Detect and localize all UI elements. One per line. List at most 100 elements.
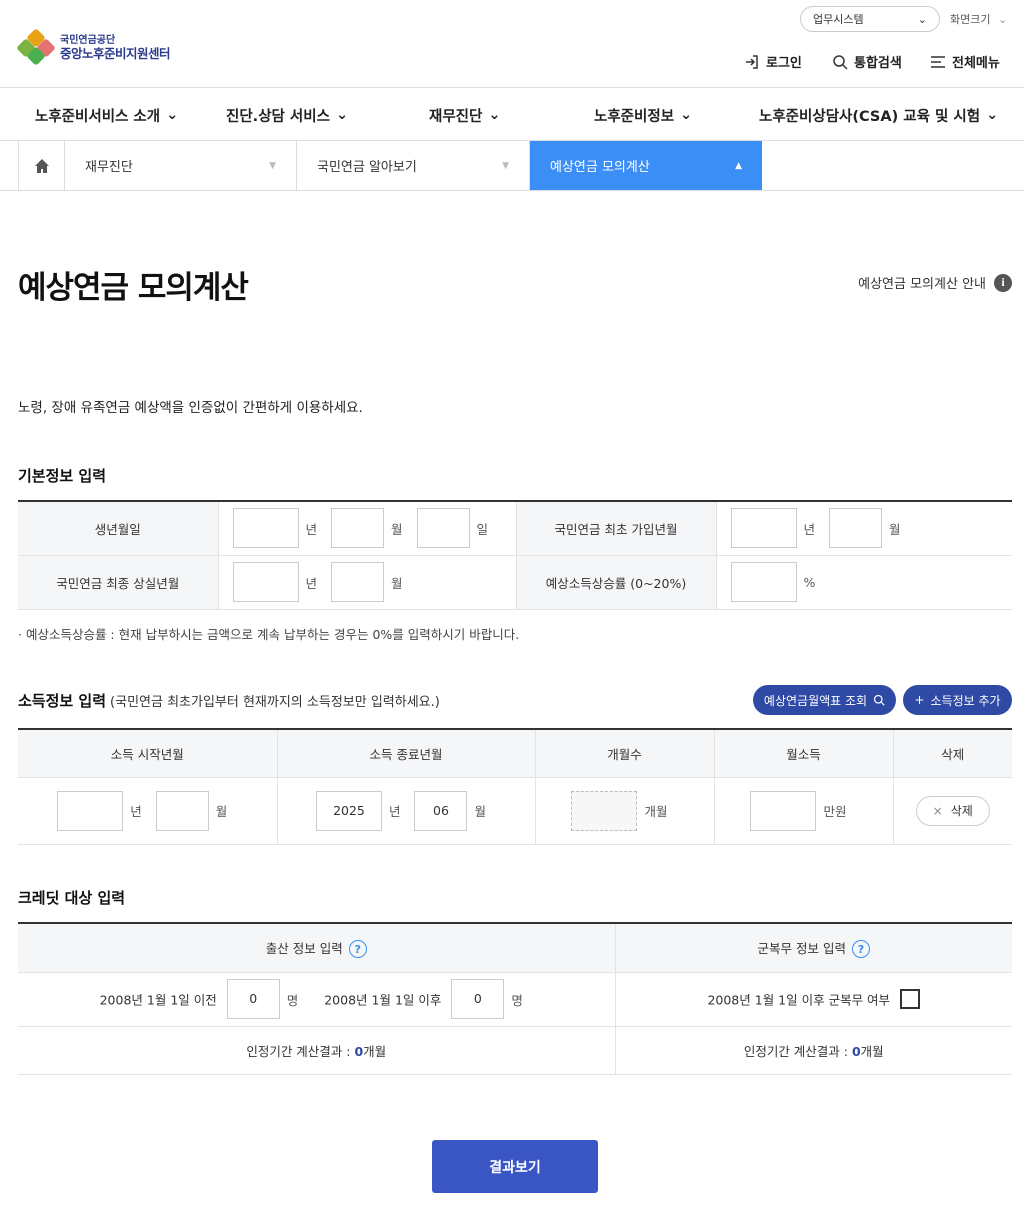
add-income-button[interactable]: + 소득정보 추가 (903, 685, 1012, 715)
military-service-checkbox[interactable] (900, 989, 921, 1009)
birth-info-header: 출산 정보 입력 (265, 940, 343, 956)
help-icon[interactable]: ? (348, 940, 367, 958)
breadcrumb-level1[interactable]: 재무진단 ▼ (65, 141, 297, 190)
triangle-down-icon: ▼ (269, 160, 276, 171)
income-rate-note: · 예상소득상승률 : 현재 납부하시는 금액으로 계속 납부하는 경우는 0%… (18, 627, 520, 642)
chevron-down-icon: ⌄ (986, 107, 999, 123)
military-result-label: 인정기간 계산결과 : (743, 1043, 852, 1059)
gnb-item-service-intro[interactable]: 노후준비서비스 소개 ⌄ (35, 88, 178, 142)
add-income-label: 소득정보 추가 (930, 693, 1001, 708)
help-icon[interactable]: ? (851, 940, 870, 958)
unit-day: 일 (476, 521, 489, 537)
page-title: 예상연금 모의계산 (18, 270, 249, 306)
income-end-month-input[interactable]: 06 (414, 790, 468, 831)
search-icon (873, 694, 885, 706)
basic-info-table: 생년월일 년 월 일 국민연금 최초 가입년월 년 월 국민연금 최종 상실년월… (18, 500, 1012, 610)
col-income: 월소득 (714, 729, 894, 778)
integrated-search-link[interactable]: 통합검색 (832, 52, 902, 71)
military-service-label: 2008년 1월 1일 이후 군복무 여부 (707, 992, 891, 1008)
gnb-item-financial[interactable]: 재무진단 ⌄ (429, 88, 501, 142)
income-info-title: 소득정보 입력 (국민연금 최초가입부터 현재까지의 소득정보만 입력하세요.) (18, 690, 440, 711)
gnb-label: 노후준비정보 (594, 108, 675, 125)
unit-percent: % (803, 574, 816, 590)
all-menu-label: 전체메뉴 (952, 56, 1000, 71)
search-label: 통합검색 (854, 56, 902, 71)
last-loss-year-input[interactable] (232, 562, 299, 602)
income-rate-note-text: 예상소득상승률 : 현재 납부하시는 금액으로 계속 납부하는 경우는 0%를 … (25, 627, 520, 642)
unit-month: 월 (474, 804, 486, 819)
unit-year: 년 (388, 804, 401, 819)
gnb-label: 진단.상담 서비스 (226, 108, 330, 125)
birth-result-value: 0 (354, 1043, 364, 1059)
chevron-down-icon: ⌄ (917, 12, 927, 26)
birth-day-input[interactable] (416, 508, 470, 549)
breadcrumb-level2[interactable]: 국민연금 알아보기 ▼ (297, 141, 530, 190)
first-join-month-input[interactable] (829, 508, 882, 549)
delete-row-label: 삭제 (950, 804, 973, 818)
unit-year: 년 (305, 575, 318, 591)
all-menu-button[interactable]: 전체메뉴 (930, 52, 1000, 71)
income-start-month-input[interactable] (155, 790, 209, 831)
income-rate-input[interactable] (730, 562, 797, 602)
basic-info-title: 기본정보 입력 (18, 467, 107, 485)
unit-year: 년 (305, 521, 318, 537)
birth-before-input[interactable]: 0 (226, 979, 280, 1019)
gnb-item-diagnosis[interactable]: 진단.상담 서비스 ⌄ (226, 88, 348, 142)
breadcrumb-divider (0, 190, 1024, 191)
unit-month: 월 (391, 575, 403, 591)
income-end-year-input[interactable]: 2025 (315, 790, 382, 831)
login-icon (746, 54, 758, 69)
business-system-select[interactable]: 업무시스템 ⌄ (800, 6, 940, 32)
close-icon: × (932, 803, 943, 818)
unit-income: 만원 (823, 804, 847, 819)
screen-size-control[interactable]: 화면크기 ⌄ (950, 11, 1007, 27)
col-delete: 삭제 (893, 729, 1012, 778)
birth-after-input[interactable]: 0 (451, 979, 505, 1019)
login-label: 로그인 (766, 56, 802, 71)
unit-year: 년 (130, 804, 142, 819)
logo-center-name: 중앙노후준비지원센터 (60, 46, 171, 61)
breadcrumb-level3-label: 예상연금 모의계산 (550, 160, 650, 175)
first-join-year-input[interactable] (730, 508, 797, 549)
income-info-title-text: 소득정보 입력 (18, 692, 107, 710)
breadcrumb-level1-label: 재무진단 (85, 160, 133, 175)
income-info-subtitle: (국민연금 최초가입부터 현재까지의 소득정보만 입력하세요.) (110, 695, 440, 710)
credit-table: 출산 정보 입력? 군복무 정보 입력? 2008년 1월 1일 이전 0명 2… (18, 922, 1012, 1075)
chevron-down-icon: ⌄ (997, 13, 1008, 26)
unit-person: 명 (286, 992, 299, 1008)
breadcrumb-level2-label: 국민연금 알아보기 (317, 160, 417, 175)
gnb-label: 노후준비서비스 소개 (35, 108, 161, 125)
view-result-button[interactable]: 결과보기 (432, 1140, 598, 1193)
birth-before-label: 2008년 1월 1일 이전 (99, 992, 217, 1008)
monthly-income-input[interactable] (750, 790, 817, 831)
logo-icon (16, 28, 56, 66)
home-button[interactable] (18, 141, 65, 190)
credit-info-title: 크레딧 대상 입력 (18, 889, 126, 907)
login-link[interactable]: 로그인 (744, 52, 802, 71)
pension-table-lookup-button[interactable]: 예상연금월액표 조회 (753, 685, 896, 715)
breadcrumb-level3[interactable]: 예상연금 모의계산 ▲ (530, 141, 762, 190)
birth-month-input[interactable] (331, 508, 384, 549)
pension-table-lookup-label: 예상연금월액표 조회 (763, 693, 868, 708)
table-row: 년 월 2025 년 06 월 개월 만원 × 삭제 (18, 777, 1012, 845)
search-icon (833, 54, 848, 70)
birth-year-input[interactable] (232, 508, 299, 549)
last-loss-month-input[interactable] (331, 562, 384, 602)
triangle-down-icon: ▼ (502, 160, 509, 171)
gnb-item-info[interactable]: 노후준비정보 ⌄ (594, 88, 692, 142)
home-icon (34, 158, 49, 173)
site-logo[interactable]: 국민연금공단 중앙노후준비지원센터 (16, 28, 171, 66)
business-system-label: 업무시스템 (813, 13, 864, 26)
income-start-year-input[interactable] (57, 790, 124, 831)
guide-link[interactable]: 예상연금 모의계산 안내 i (858, 273, 1012, 292)
last-loss-label: 국민연금 최종 상실년월 (18, 555, 219, 610)
chevron-down-icon: ⌄ (166, 107, 179, 123)
military-result-value: 0 (851, 1043, 861, 1059)
guide-link-label: 예상연금 모의계산 안내 (858, 277, 986, 292)
delete-row-button[interactable]: × 삭제 (915, 795, 990, 826)
gnb-item-csa[interactable]: 노후준비상담사(CSA) 교육 및 시험 ⌄ (759, 88, 998, 142)
first-join-label: 국민연금 최초 가입년월 (516, 501, 717, 556)
birth-after-label: 2008년 1월 1일 이후 (324, 992, 442, 1008)
col-start: 소득 시작년월 (18, 729, 278, 778)
income-rate-label: 예상소득상승률 (0~20%) (516, 555, 717, 610)
